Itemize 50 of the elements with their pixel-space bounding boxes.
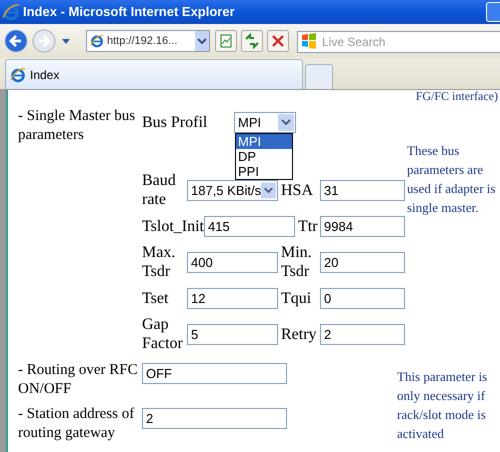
input-field[interactable]: 20 (320, 252, 405, 272)
field-label: Gap Factor (142, 315, 184, 353)
address-bar[interactable]: http://192.16... (86, 30, 210, 52)
input-field[interactable]: 31 (320, 180, 405, 200)
field-label: Max. Tsdr (142, 243, 176, 281)
input-field[interactable]: 2 (320, 324, 405, 344)
input-field[interactable]: 12 (187, 288, 278, 308)
field-label: Retry (281, 324, 317, 344)
search-field[interactable]: Live Search (297, 31, 500, 53)
interface-note: FG/FC interface) (416, 90, 498, 103)
input-field[interactable]: 0 (320, 288, 405, 308)
field-label: Bus Profil (142, 112, 208, 132)
field-label: Tslot_Init (142, 216, 204, 236)
info-note: This parameter is only necessary if rack/slot mode is activated (397, 368, 488, 443)
back-button[interactable] (4, 29, 28, 53)
section-label: - Station address of routing gateway (18, 405, 136, 443)
input-field[interactable]: OFF (142, 363, 287, 384)
input-field[interactable]: 400 (187, 252, 278, 272)
window-title: Index - Microsoft Internet Explorer (23, 3, 235, 22)
stop-button[interactable] (267, 30, 289, 52)
caret-icon[interactable] (195, 31, 209, 51)
browser-tab[interactable]: Index (5, 59, 303, 89)
input-field[interactable]: 5 (187, 324, 278, 344)
page-icon (90, 34, 104, 48)
ie-logo-icon (2, 3, 20, 21)
dropdown-option[interactable]: DP (236, 148, 292, 164)
field-label: Ttr (298, 216, 318, 236)
section-label: - Routing over RFC ON/OFF (18, 361, 139, 399)
info-note: These bus parameters are used if adapter is single master. (406, 142, 496, 217)
refresh-button[interactable] (241, 30, 263, 52)
caret-icon[interactable] (261, 182, 276, 198)
windows-flag-icon (301, 33, 317, 49)
minimize-button[interactable] (486, 2, 500, 22)
field-label: Baud rate (142, 171, 177, 209)
field-label: Tqui (281, 288, 312, 308)
field-label: Min. Tsdr (281, 243, 312, 281)
dropdown-option[interactable]: PPI (236, 164, 292, 178)
dropdown-option[interactable]: MPI (236, 134, 292, 148)
field-label: Tset (142, 288, 170, 308)
section-label: - Single Master bus parameters (18, 107, 136, 145)
dropdown[interactable]: MPI (234, 112, 296, 132)
field-label: HSA (281, 180, 314, 200)
page-icon (10, 66, 26, 82)
input-field[interactable]: 9984 (320, 216, 405, 236)
input-field[interactable]: 2 (142, 408, 287, 429)
dropdown[interactable]: 187,5 KBit/s (187, 180, 278, 200)
input-field[interactable]: 415 (204, 216, 295, 236)
caret-icon[interactable] (278, 114, 294, 130)
history-dropdown-icon[interactable] (62, 38, 70, 44)
compatibility-view-button[interactable] (215, 30, 237, 52)
